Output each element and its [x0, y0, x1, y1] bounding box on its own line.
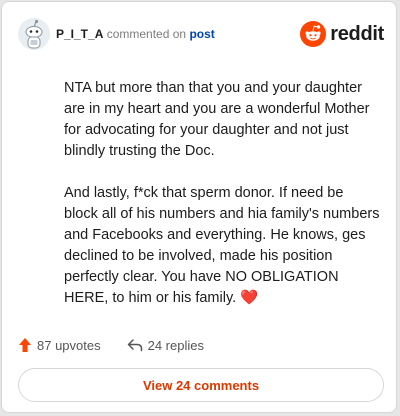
comment-paragraph-1: NTA but more than that you and your daug…	[64, 80, 370, 159]
comment-body: NTA but more than that you and your daug…	[64, 78, 380, 330]
replies-button[interactable]: 24 replies	[127, 338, 204, 353]
snoo-avatar-icon	[18, 18, 50, 50]
comment-paragraph-2-text: And lastly, f*ck that sperm donor. If ne…	[64, 185, 380, 306]
replies-count: 24 replies	[147, 337, 204, 353]
comment-paragraph-2: And lastly, f*ck that sperm donor. If ne…	[64, 183, 380, 309]
reddit-logo-icon	[300, 21, 327, 47]
view-comments-button[interactable]: View 24 comments	[18, 368, 384, 402]
reply-arrow-icon	[127, 339, 142, 352]
upvote-count: 87 upvotes	[37, 337, 101, 353]
comment-actions: 87 upvotes 24 replies	[18, 335, 204, 355]
comment-meta: P_I_T_A commented on post	[56, 27, 215, 41]
post-link[interactable]: post	[189, 27, 214, 41]
upvote-arrow-icon	[19, 338, 31, 352]
comment-card: P_I_T_A commented on post reddit NTA but…	[1, 1, 397, 413]
commented-on-text: commented on	[106, 27, 187, 41]
avatar[interactable]	[18, 18, 50, 50]
reddit-wordmark: reddit	[330, 22, 384, 45]
reddit-brand[interactable]: reddit	[300, 21, 384, 47]
heart-emoji: ❤️	[240, 290, 259, 306]
comment-header: P_I_T_A commented on post reddit	[18, 18, 384, 52]
username-link[interactable]: P_I_T_A	[56, 27, 103, 41]
upvote-button[interactable]: 87 upvotes	[18, 337, 101, 353]
